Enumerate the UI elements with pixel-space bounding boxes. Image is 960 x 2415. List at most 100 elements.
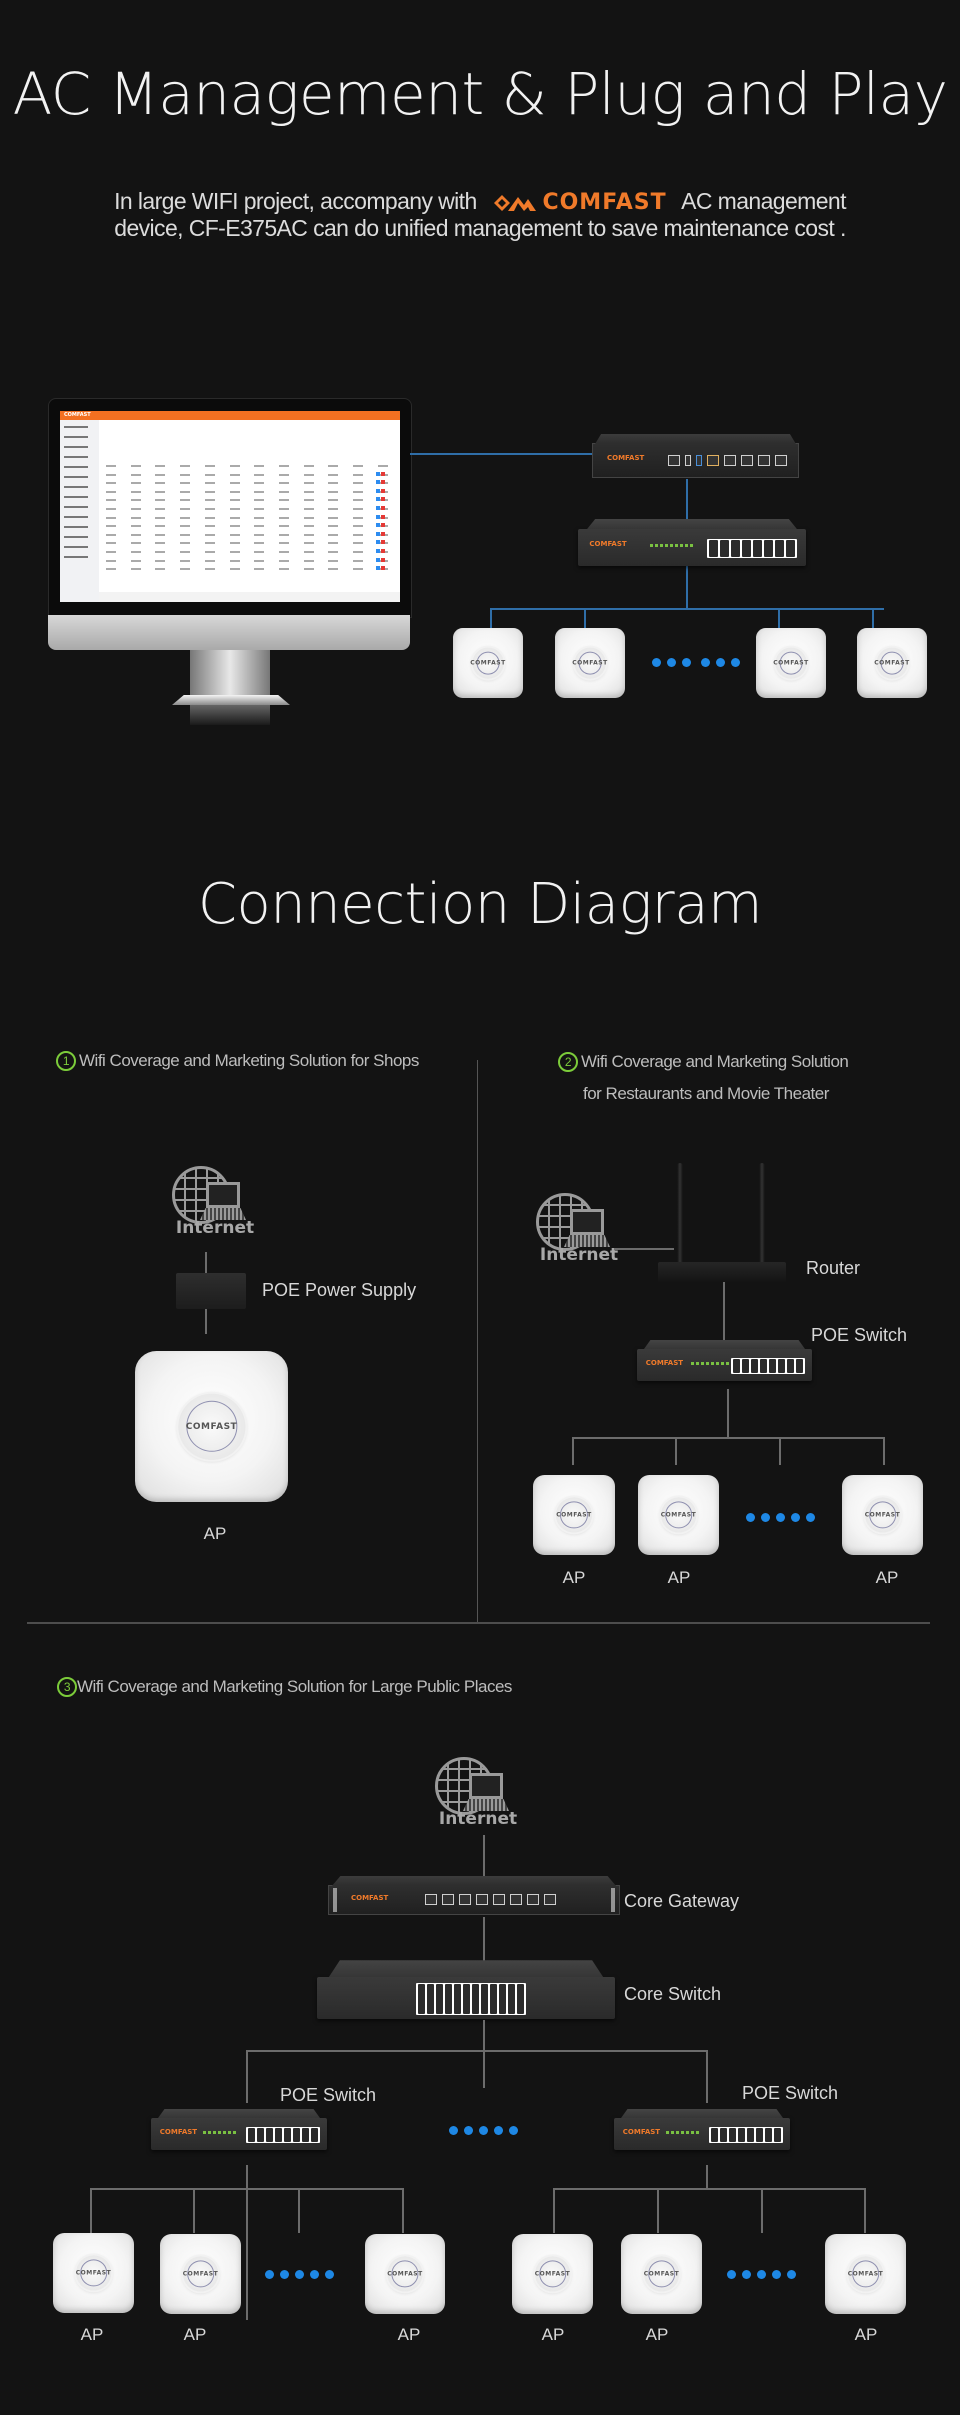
link-internet-router	[614, 1248, 674, 1250]
internet-icon: Internet	[170, 1166, 260, 1244]
internet-icon: Internet	[534, 1193, 624, 1271]
link-ap	[779, 1437, 781, 1465]
ap-label: AP	[203, 1524, 227, 1543]
gateway-brand: COMFAST	[351, 1894, 389, 1902]
internet-label: Internet	[438, 1809, 518, 1829]
row-actions	[376, 566, 386, 571]
link-ap	[864, 2188, 866, 2233]
ac-management-screen: COMFAST	[60, 411, 400, 602]
link-switch-bus	[727, 1389, 729, 1438]
hero-intro-line1: In large WIFI project, accompany with CO…	[0, 188, 960, 216]
link-ap	[193, 2188, 195, 2233]
sidebar-item-placeholder	[64, 426, 88, 428]
gateway-ports	[668, 455, 787, 466]
row-actions	[376, 514, 386, 520]
sidebar-item-placeholder	[64, 436, 88, 438]
router-antenna	[759, 1163, 765, 1263]
ap-label: AP	[667, 1568, 691, 1587]
link-router-switch	[723, 1282, 725, 1344]
link-ap3	[778, 608, 780, 628]
more-aps-indicator	[727, 2270, 796, 2279]
link-ap4	[872, 608, 874, 628]
monitor-stand-base	[172, 695, 290, 705]
more-aps-indicator	[265, 2270, 334, 2279]
intro-text-after-logo: AC management	[681, 188, 846, 214]
link-right-poe	[706, 2050, 708, 2103]
link-core-switch-bus	[483, 2020, 485, 2088]
more-aps-indicator	[746, 1513, 815, 1522]
scenario2-title-line2: for Restaurants and Movie Theater	[583, 1084, 829, 1103]
router-device	[658, 1262, 786, 1282]
scenario2-number-badge: 2	[558, 1052, 578, 1072]
ap-label: AP	[854, 2325, 878, 2344]
row-actions	[376, 488, 386, 494]
ap-device: COMFAST	[621, 2234, 702, 2314]
table-row	[106, 499, 388, 502]
core-gateway-device: COMFAST	[328, 1876, 620, 1915]
row-actions	[376, 540, 386, 545]
table-row	[106, 542, 388, 545]
scenario3-title: 3 Wifi Coverage and Marketing Solution fo…	[57, 1677, 512, 1697]
row-actions	[376, 557, 386, 563]
ap-device: COMFAST	[756, 628, 826, 698]
dashboard-header-bar	[60, 411, 400, 420]
table-row	[106, 533, 388, 536]
row-actions	[376, 531, 386, 537]
table-row	[106, 516, 388, 519]
ap-device: COMFAST	[857, 628, 927, 698]
link-left-poe	[246, 2050, 248, 2103]
ap-device: COMFAST	[53, 2233, 134, 2313]
poe-power-supply-device	[176, 1273, 246, 1309]
ap-label: AP	[562, 1568, 586, 1587]
sidebar-item-placeholder	[64, 546, 88, 548]
table-row	[106, 473, 388, 476]
table-row	[106, 465, 388, 467]
switch-brand: COMFAST	[589, 540, 627, 549]
link-ap-bus	[490, 608, 884, 610]
sidebar-item-placeholder	[64, 456, 88, 458]
hero-title: AC Management & Plug and Play	[12, 60, 948, 128]
sidebar-item-placeholder	[64, 466, 88, 468]
core-switch-device	[317, 1960, 615, 2019]
ap-bus-line-right	[553, 2188, 866, 2190]
scenario3-title-text: Wifi Coverage and Marketing Solution for…	[77, 1677, 512, 1696]
comfast-logo-icon	[494, 194, 537, 211]
poe-switch-label: POE Switch	[811, 1325, 908, 1345]
link-gateway-core-switch	[483, 1917, 485, 1965]
row-actions	[376, 549, 386, 554]
sidebar-item-placeholder	[64, 496, 88, 498]
more-aps-indicator	[652, 658, 691, 667]
router-label: Router	[806, 1258, 861, 1278]
monitor-stand-reflection	[190, 705, 270, 725]
ap-device: COMFAST	[135, 1351, 288, 1502]
link-right-switch-down	[706, 2165, 708, 2189]
poe-power-supply-label: POE Power Supply	[262, 1280, 417, 1300]
link-ap	[572, 1437, 574, 1465]
row-actions	[376, 523, 386, 528]
link-ap	[761, 2188, 763, 2233]
core-switch-label: Core Switch	[624, 1984, 722, 2004]
ap-device: COMFAST	[160, 2234, 241, 2314]
poe-switch-device: COMFAST	[614, 2109, 790, 2150]
core-gateway-label: Core Gateway	[624, 1891, 740, 1911]
poe-switch-device: COMFAST	[637, 1340, 812, 1381]
table-row	[106, 490, 388, 493]
ap-device: COMFAST	[555, 628, 625, 698]
poe-switch-right-label: POE Switch	[742, 2083, 839, 2103]
poe-switch-device: COMFAST	[151, 2109, 327, 2150]
ap-label: AP	[645, 2325, 669, 2344]
sidebar-item-placeholder	[64, 506, 88, 508]
ap-device: COMFAST	[638, 1475, 719, 1555]
ap-device: COMFAST	[453, 628, 523, 698]
internet-icon: Internet	[433, 1757, 523, 1835]
dashboard-sidebar	[60, 420, 99, 602]
link-ap	[675, 1437, 677, 1465]
ap-label: AP	[875, 1568, 899, 1587]
ap-bus-line-left	[90, 2188, 404, 2190]
intro-text-before-logo: In large WIFI project, accompany with	[114, 188, 477, 214]
ap-device: COMFAST	[825, 2234, 906, 2314]
hero-intro-line2: device, CF-E375AC can do unified managem…	[114, 215, 846, 241]
scenario3-number-badge: 3	[57, 1677, 77, 1697]
ap-device: COMFAST	[842, 1475, 923, 1555]
sidebar-item-placeholder	[64, 536, 88, 538]
